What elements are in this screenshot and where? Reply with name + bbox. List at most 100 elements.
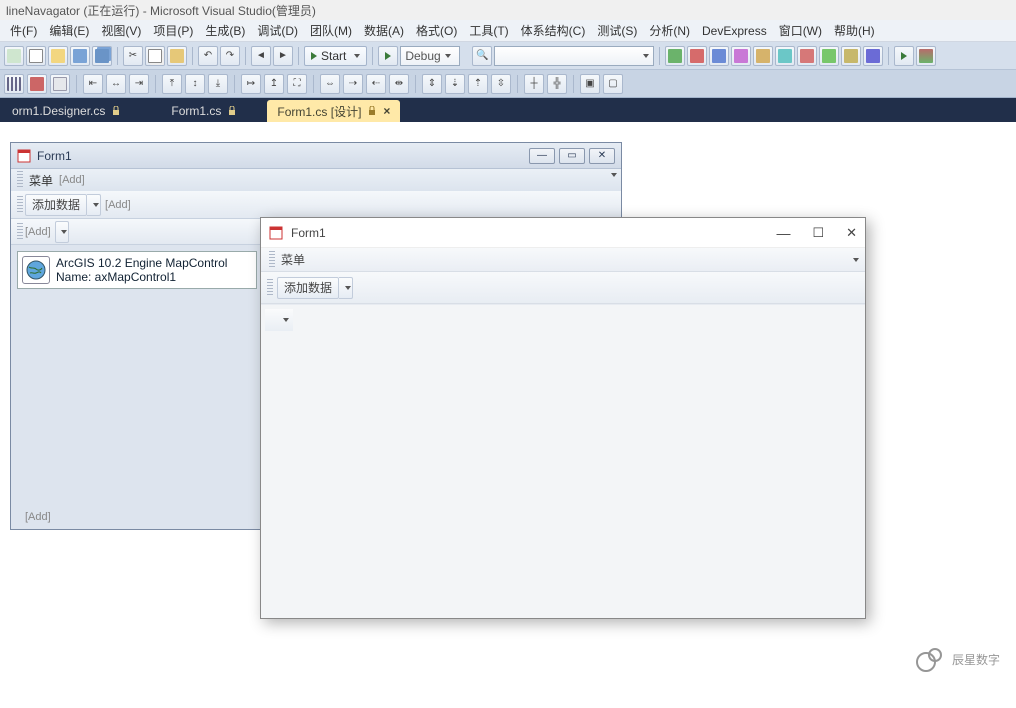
hspace-dec-icon[interactable]: ⇠ bbox=[366, 74, 386, 94]
same-width-icon[interactable]: ↦ bbox=[241, 74, 261, 94]
center-h-icon[interactable]: ┼ bbox=[524, 74, 544, 94]
tab-order-icon[interactable] bbox=[50, 74, 70, 94]
same-height-icon[interactable]: ↥ bbox=[264, 74, 284, 94]
dx7-icon[interactable] bbox=[797, 46, 817, 66]
hspace-eq-icon[interactable]: ⇔ bbox=[320, 74, 340, 94]
align-left-icon[interactable]: ⇤ bbox=[83, 74, 103, 94]
grid-icon[interactable] bbox=[4, 74, 24, 94]
menu-file[interactable]: 件(F) bbox=[4, 20, 43, 41]
config-combo[interactable]: Debug bbox=[400, 46, 460, 66]
minimize-button[interactable]: — bbox=[529, 148, 555, 164]
open-icon[interactable] bbox=[48, 46, 68, 66]
nav-fwd-icon[interactable]: ► bbox=[273, 46, 293, 66]
dx1-icon[interactable] bbox=[665, 46, 685, 66]
close-button[interactable]: ✕ bbox=[846, 225, 857, 241]
save-all-icon[interactable] bbox=[92, 46, 112, 66]
menu-team[interactable]: 团队(M) bbox=[304, 20, 358, 41]
align-mid-icon[interactable]: ↕ bbox=[185, 74, 205, 94]
menu-help[interactable]: 帮助(H) bbox=[828, 20, 881, 41]
tab-designer-cs[interactable]: orm1.Designer.cs bbox=[2, 100, 131, 122]
find-icon[interactable]: 🔍 bbox=[472, 46, 492, 66]
save-icon[interactable] bbox=[70, 46, 90, 66]
menu-devexpress[interactable]: DevExpress bbox=[696, 22, 773, 40]
split-chevron-icon[interactable] bbox=[55, 221, 69, 243]
dx-pane-icon[interactable] bbox=[916, 46, 936, 66]
align-right-icon[interactable]: ⇥ bbox=[129, 74, 149, 94]
menu-arch[interactable]: 体系结构(C) bbox=[515, 20, 592, 41]
align-bot-icon[interactable]: ⤓ bbox=[208, 74, 228, 94]
grip-icon[interactable] bbox=[265, 309, 275, 331]
vspace-rem-icon[interactable]: ⇳ bbox=[491, 74, 511, 94]
split-chevron-icon[interactable] bbox=[339, 277, 353, 299]
menu-view[interactable]: 视图(V) bbox=[95, 20, 147, 41]
close-button[interactable]: ✕ bbox=[589, 148, 615, 164]
dx8-icon[interactable] bbox=[819, 46, 839, 66]
same-size-icon[interactable]: ⛶ bbox=[287, 74, 307, 94]
redo-icon[interactable]: ↷ bbox=[220, 46, 240, 66]
copy-icon[interactable] bbox=[145, 46, 165, 66]
menu-analyze[interactable]: 分析(N) bbox=[643, 20, 696, 41]
hspace-inc-icon[interactable]: ⇢ bbox=[343, 74, 363, 94]
paste-icon[interactable] bbox=[167, 46, 187, 66]
cut-icon[interactable]: ✂ bbox=[123, 46, 143, 66]
align-top-icon[interactable]: ⤒ bbox=[162, 74, 182, 94]
undo-icon[interactable]: ↶ bbox=[198, 46, 218, 66]
designer-menustrip[interactable]: 菜单 [Add] bbox=[11, 169, 621, 191]
align-center-icon[interactable]: ↔ bbox=[106, 74, 126, 94]
menustrip-item[interactable]: 菜单 bbox=[29, 172, 53, 189]
menu-tools[interactable]: 工具(T) bbox=[463, 20, 514, 41]
add-data-button[interactable]: 添加数据 bbox=[25, 194, 87, 216]
bring-front-icon[interactable]: ▣ bbox=[580, 74, 600, 94]
dx5-icon[interactable] bbox=[753, 46, 773, 66]
continue-icon[interactable] bbox=[378, 46, 398, 66]
dx2-icon[interactable] bbox=[687, 46, 707, 66]
runtime-toolstrip[interactable]: 添加数据 bbox=[261, 272, 865, 304]
dx4-icon[interactable] bbox=[731, 46, 751, 66]
overflow-chevron-icon[interactable] bbox=[853, 258, 859, 262]
new-file-icon[interactable] bbox=[26, 46, 46, 66]
dx3-icon[interactable] bbox=[709, 46, 729, 66]
add-bottom-placeholder[interactable]: [Add] bbox=[25, 511, 51, 523]
menu-format[interactable]: 格式(O) bbox=[410, 20, 463, 41]
menu-edit[interactable]: 编辑(E) bbox=[43, 20, 95, 41]
runtime-window[interactable]: Form1 — ☐ ✕ 菜单 添加数据 bbox=[260, 217, 866, 619]
menu-data[interactable]: 数据(A) bbox=[358, 20, 410, 41]
menu-debug[interactable]: 调试(D) bbox=[251, 20, 304, 41]
center-v-icon[interactable]: ╬ bbox=[547, 74, 567, 94]
send-back-icon[interactable]: ▢ bbox=[603, 74, 623, 94]
maximize-button[interactable]: ☐ bbox=[812, 225, 824, 241]
dx6-icon[interactable] bbox=[775, 46, 795, 66]
runtime-titlebar[interactable]: Form1 — ☐ ✕ bbox=[261, 218, 865, 248]
add-placeholder[interactable]: [Add] bbox=[105, 199, 131, 211]
tab-form1-design[interactable]: Form1.cs [设计] × bbox=[267, 100, 400, 122]
menu-build[interactable]: 生成(B) bbox=[199, 20, 251, 41]
map-control[interactable]: ArcGIS 10.2 Engine MapControl Name: axMa… bbox=[17, 251, 257, 289]
vspace-inc-icon[interactable]: ⇣ bbox=[445, 74, 465, 94]
menu-test[interactable]: 测试(S) bbox=[591, 20, 643, 41]
snap-icon[interactable] bbox=[27, 74, 47, 94]
menu-project[interactable]: 项目(P) bbox=[147, 20, 199, 41]
menustrip-item[interactable]: 菜单 bbox=[281, 251, 305, 268]
maximize-button[interactable]: ▭ bbox=[559, 148, 585, 164]
menu-window[interactable]: 窗口(W) bbox=[773, 20, 828, 41]
vspace-dec-icon[interactable]: ⇡ bbox=[468, 74, 488, 94]
hspace-rem-icon[interactable]: ⇹ bbox=[389, 74, 409, 94]
find-combo[interactable] bbox=[494, 46, 654, 66]
nav-back-icon[interactable]: ◄ bbox=[251, 46, 271, 66]
add-placeholder[interactable]: [Add] bbox=[25, 226, 51, 238]
start-debug-button[interactable]: Start bbox=[304, 46, 367, 66]
minimize-button[interactable]: — bbox=[776, 225, 790, 241]
new-project-icon[interactable] bbox=[4, 46, 24, 66]
overflow-chevron-icon[interactable] bbox=[611, 173, 617, 177]
run-icon[interactable] bbox=[894, 46, 914, 66]
split-chevron-icon[interactable] bbox=[87, 194, 101, 216]
runtime-menustrip[interactable]: 菜单 bbox=[261, 248, 865, 272]
close-tab-icon[interactable]: × bbox=[383, 104, 390, 118]
dx10-icon[interactable] bbox=[863, 46, 883, 66]
dx9-icon[interactable] bbox=[841, 46, 861, 66]
add-data-button[interactable]: 添加数据 bbox=[277, 277, 339, 299]
designer-toolstrip[interactable]: 添加数据 [Add] bbox=[11, 191, 621, 219]
tab-form1-cs[interactable]: Form1.cs bbox=[161, 100, 247, 122]
vspace-eq-icon[interactable]: ⇕ bbox=[422, 74, 442, 94]
split-chevron-icon[interactable] bbox=[275, 309, 293, 331]
